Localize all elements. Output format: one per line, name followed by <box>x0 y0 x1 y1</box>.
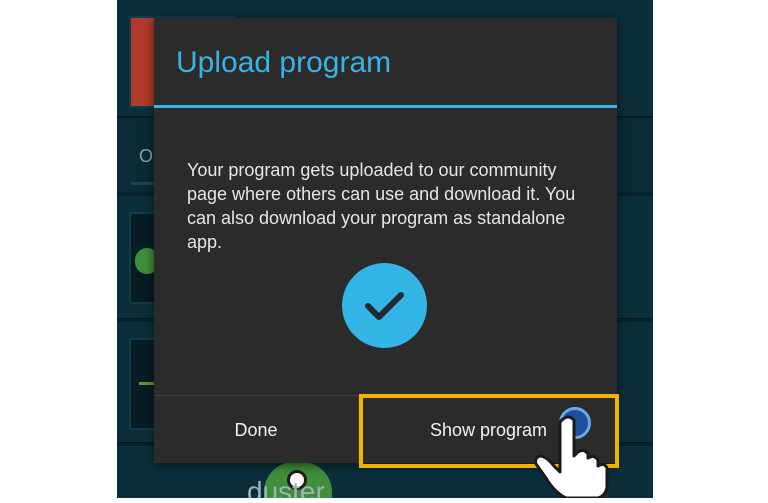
dialog-message: Your program gets uploaded to our commun… <box>187 160 576 252</box>
hand-pointer-icon <box>532 412 612 503</box>
done-button[interactable]: Done <box>154 396 359 464</box>
sprite-line <box>139 382 155 385</box>
dialog-title: Upload program <box>176 46 392 79</box>
background-item-label: duster <box>247 476 325 498</box>
checkmark-icon <box>342 263 427 348</box>
title-divider <box>154 105 617 108</box>
background-tab-label: O <box>139 146 154 166</box>
